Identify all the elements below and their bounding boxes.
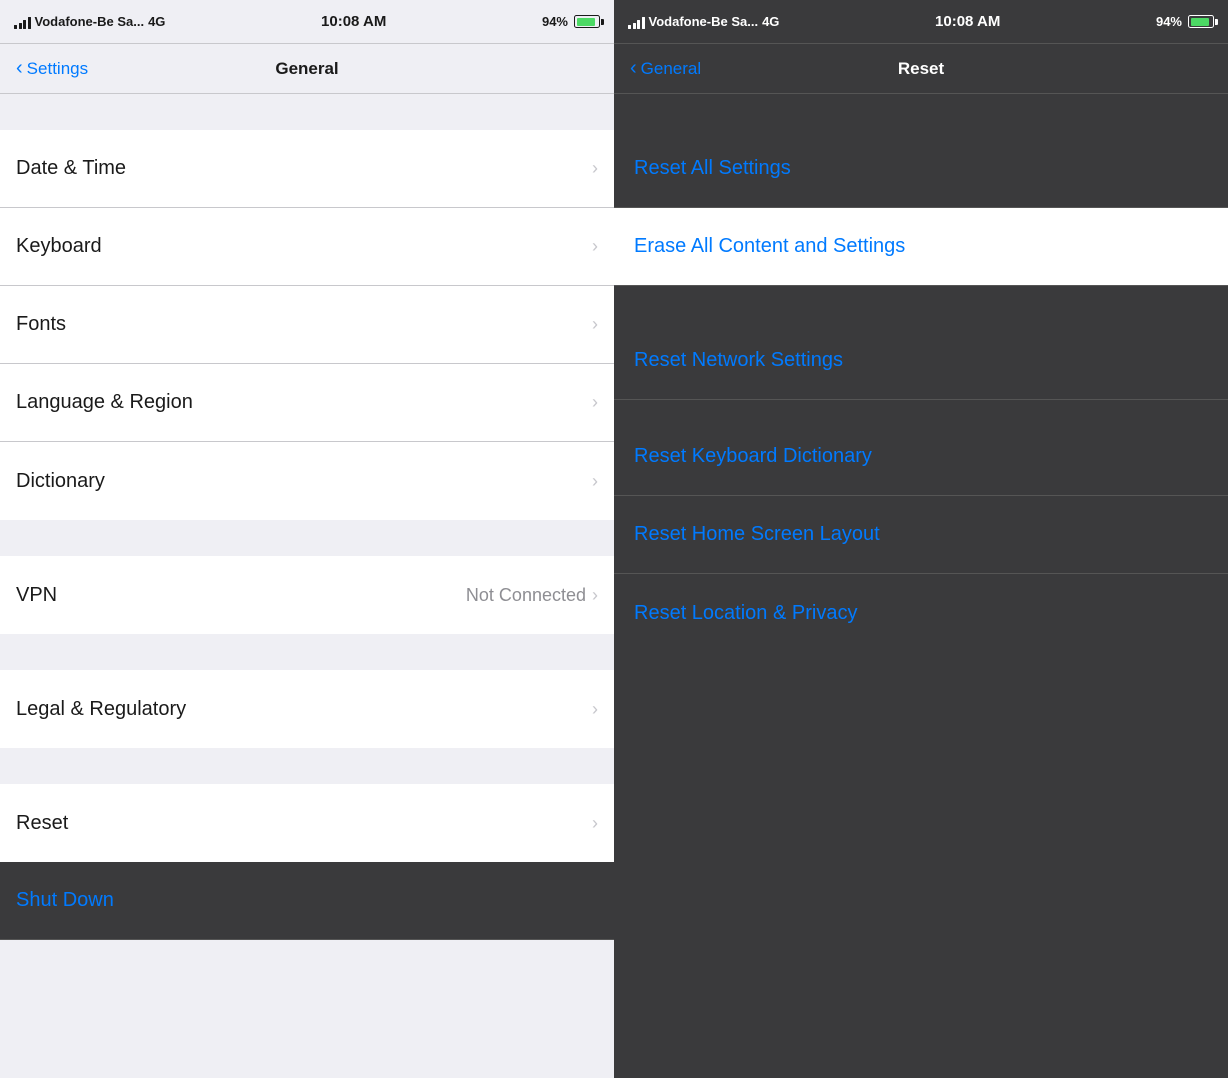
back-button-right[interactable]: ‹ General (630, 59, 701, 79)
item-right: › (592, 471, 598, 492)
list-item-vpn[interactable]: VPN Not Connected › (0, 556, 614, 634)
right-panel: Vodafone-Be Sa... 4G 10:08 AM 94% ‹ Gene… (614, 0, 1228, 1078)
status-left-r: Vodafone-Be Sa... 4G (628, 14, 779, 29)
settings-list-left: Date & Time › Keyboard › Fonts › Languag… (0, 94, 614, 1078)
list-item-reset-all[interactable]: Reset All Settings (614, 130, 1228, 208)
item-label: Reset (16, 812, 68, 835)
chevron-right-icon: › (592, 236, 598, 257)
page-title-right: Reset (898, 59, 944, 79)
item-label: Fonts (16, 313, 66, 336)
network-label-r: 4G (762, 14, 779, 29)
item-label: VPN (16, 584, 57, 607)
list-item-reset-home[interactable]: Reset Home Screen Layout (614, 496, 1228, 574)
reset-gap-2 (614, 400, 1228, 418)
item-label: Keyboard (16, 235, 102, 258)
status-left: Vodafone-Be Sa... 4G (14, 14, 165, 29)
chevron-left-icon-r: ‹ (630, 58, 637, 78)
item-right: › (592, 813, 598, 834)
list-item-legal[interactable]: Legal & Regulatory › (0, 670, 614, 748)
list-item-reset-keyboard[interactable]: Reset Keyboard Dictionary (614, 418, 1228, 496)
chevron-right-icon: › (592, 314, 598, 335)
reset-all-label: Reset All Settings (634, 157, 791, 180)
signal-icon (14, 15, 31, 29)
list-item-fonts[interactable]: Fonts › (0, 286, 614, 364)
left-panel: Vodafone-Be Sa... 4G 10:08 AM 94% ‹ Sett… (0, 0, 614, 1078)
list-item-shutdown[interactable]: Shut Down (0, 862, 614, 940)
chevron-right-icon: › (592, 158, 598, 179)
item-right: › (592, 392, 598, 413)
reset-gap-top (614, 94, 1228, 130)
page-title-left: General (275, 59, 338, 79)
erase-all-label: Erase All Content and Settings (634, 235, 905, 258)
item-right: Not Connected › (466, 585, 598, 606)
list-item-keyboard[interactable]: Keyboard › (0, 208, 614, 286)
reset-keyboard-label: Reset Keyboard Dictionary (634, 445, 872, 468)
list-item-erase-all[interactable]: Erase All Content and Settings (614, 208, 1228, 286)
section-gap-2 (0, 634, 614, 670)
list-item-reset-location[interactable]: Reset Location & Privacy (614, 574, 1228, 652)
vpn-value: Not Connected (466, 585, 586, 606)
battery-icon (574, 15, 600, 28)
list-item-date-time[interactable]: Date & Time › (0, 130, 614, 208)
carrier-label: Vodafone-Be Sa... (35, 14, 145, 29)
back-label-right: General (641, 59, 701, 79)
item-right: › (592, 314, 598, 335)
nav-bar-right: ‹ General Reset (614, 44, 1228, 94)
section-gap-top (0, 94, 614, 130)
nav-bar-left: ‹ Settings General (0, 44, 614, 94)
item-right: › (592, 158, 598, 179)
group-reset: Reset › (0, 784, 614, 862)
group-legal: Legal & Regulatory › (0, 670, 614, 748)
item-right: › (592, 699, 598, 720)
item-label: Language & Region (16, 391, 193, 414)
back-button-left[interactable]: ‹ Settings (16, 59, 88, 79)
chevron-right-icon: › (592, 585, 598, 606)
item-label: Date & Time (16, 157, 126, 180)
reset-location-label: Reset Location & Privacy (634, 602, 857, 625)
item-label: Dictionary (16, 470, 105, 493)
status-bar-right: Vodafone-Be Sa... 4G 10:08 AM 94% (614, 0, 1228, 44)
back-label-left: Settings (27, 59, 88, 79)
list-item-dictionary[interactable]: Dictionary › (0, 442, 614, 520)
status-right: 94% (542, 14, 600, 29)
time-label: 10:08 AM (321, 13, 386, 30)
reset-gap-1 (614, 286, 1228, 322)
chevron-right-icon: › (592, 699, 598, 720)
reset-list: Reset All Settings Erase All Content and… (614, 94, 1228, 1078)
list-item-language[interactable]: Language & Region › (0, 364, 614, 442)
group-general-settings: Date & Time › Keyboard › Fonts › Languag… (0, 130, 614, 520)
section-gap-1 (0, 520, 614, 556)
item-label: Legal & Regulatory (16, 698, 186, 721)
network-label: 4G (148, 14, 165, 29)
section-gap-3 (0, 748, 614, 784)
group-vpn: VPN Not Connected › (0, 556, 614, 634)
list-item-reset[interactable]: Reset › (0, 784, 614, 862)
chevron-right-icon: › (592, 471, 598, 492)
carrier-label-r: Vodafone-Be Sa... (649, 14, 759, 29)
battery-percent-r: 94% (1156, 14, 1182, 29)
chevron-right-icon: › (592, 813, 598, 834)
status-bar-left: Vodafone-Be Sa... 4G 10:08 AM 94% (0, 0, 614, 44)
reset-network-label: Reset Network Settings (634, 349, 843, 372)
time-label-r: 10:08 AM (935, 13, 1000, 30)
shutdown-label: Shut Down (16, 889, 114, 912)
chevron-left-icon: ‹ (16, 58, 23, 78)
item-right: › (592, 236, 598, 257)
chevron-right-icon: › (592, 392, 598, 413)
battery-percent: 94% (542, 14, 568, 29)
reset-home-label: Reset Home Screen Layout (634, 523, 880, 546)
group-shutdown: Shut Down (0, 862, 614, 940)
status-right-r: 94% (1156, 14, 1214, 29)
signal-icon-r (628, 15, 645, 29)
list-item-reset-network[interactable]: Reset Network Settings (614, 322, 1228, 400)
battery-icon-r (1188, 15, 1214, 28)
